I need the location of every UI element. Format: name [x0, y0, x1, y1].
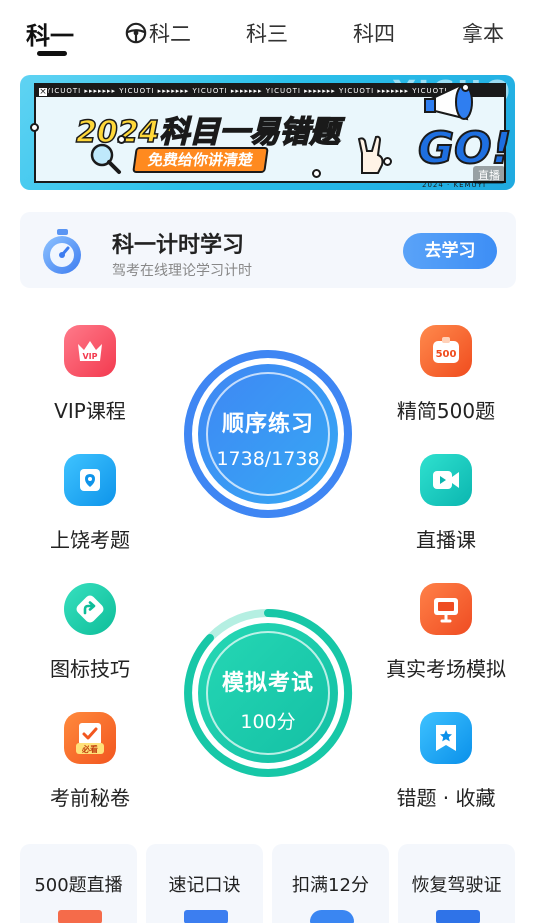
vip-crown-icon: VIP [64, 325, 116, 377]
monitor-icon [420, 583, 472, 635]
banner-subtitle: 免费给你讲清楚 [132, 147, 269, 173]
vip-course-label: VIP课程 [54, 399, 126, 423]
card-restore-license-label: 恢复驾驶证 [411, 875, 502, 896]
500-badge-icon: 500 [420, 325, 472, 377]
tab-license[interactable]: 拿本 [462, 18, 504, 48]
pre-exam-paper-entry[interactable]: 必看 考前秘卷 [20, 712, 160, 811]
tab-kemu3[interactable]: 科三 [246, 18, 288, 48]
mistakes-favorites-label: 错题 · 收藏 [396, 786, 496, 810]
banner-dot [383, 157, 392, 166]
bookmark-star-icon [420, 712, 472, 764]
exam-circle-content: 模拟考试 100分 [202, 627, 334, 759]
card-12-points[interactable]: 扣满12分 [272, 844, 389, 923]
card-mnemonics[interactable]: 速记口诀 [146, 844, 263, 923]
sequential-practice-button[interactable]: 顺序练习 1738/1738 [180, 346, 356, 522]
vip-course-entry[interactable]: VIP VIP课程 [20, 325, 160, 424]
real-exam-sim-entry[interactable]: 真实考场模拟 [376, 583, 516, 682]
live-tag: 直播 [473, 166, 505, 184]
banner-dot [117, 135, 126, 144]
promo-banner[interactable]: YICUO YICUOTI ▸▸▸▸▸▸▸ YICUOTI ▸▸▸▸▸▸▸ YI… [20, 75, 515, 190]
pre-exam-paper-label: 考前秘卷 [50, 786, 130, 810]
banner-frame: YICUOTI ▸▸▸▸▸▸▸ YICUOTI ▸▸▸▸▸▸▸ YICUOTI … [34, 83, 513, 189]
tab-kemu2-label: 科二 [149, 22, 191, 46]
banner-dot [461, 83, 470, 92]
share-arrow-icon [64, 583, 116, 635]
subject-tabs: 科一 科二 科三 科四 拿本 [0, 0, 538, 62]
timed-study-desc: 驾考在线理论学习计时 [112, 263, 252, 279]
must-see-badge-text: 必看 [81, 744, 98, 754]
real-exam-sim-label: 真实考场模拟 [386, 657, 506, 681]
card-mnemonics-label: 速记口诀 [168, 875, 241, 896]
card-500-live[interactable]: 500题直播 [20, 844, 137, 923]
practice-circle-content: 顺序练习 1738/1738 [202, 368, 334, 500]
banner-title: 2024科目一易错题 [75, 114, 340, 151]
live-thumbnail-icon [58, 910, 102, 923]
card-restore-license[interactable]: 恢复驾驶证 [398, 844, 515, 923]
banner-close-icon[interactable]: × [38, 87, 48, 97]
rock-hand-icon [357, 135, 384, 174]
badge-thumbnail-icon [310, 910, 354, 923]
book-thumbnail-icon [184, 910, 228, 923]
practice-title: 顺序练习 [221, 412, 314, 437]
mock-exam-button[interactable]: 模拟考试 100分 [180, 605, 356, 781]
go-study-button[interactable]: 去学习 [403, 233, 497, 269]
live-course-entry[interactable]: 直播课 [376, 454, 516, 553]
card-500-live-label: 500题直播 [34, 875, 123, 896]
active-tab-indicator [37, 51, 67, 56]
tab-kemu1[interactable]: 科一 [26, 16, 74, 51]
sign-tips-entry[interactable]: 图标技巧 [20, 583, 160, 682]
location-pin-icon [64, 454, 116, 506]
video-camera-icon [420, 454, 472, 506]
exam-paper-icon: 必看 [64, 712, 116, 764]
stopwatch-icon [43, 229, 81, 274]
simplified-500-label: 精简500题 [396, 399, 496, 423]
timed-study-title: 科一计时学习 [112, 233, 245, 258]
tab-kemu2[interactable]: 科二 [125, 18, 191, 48]
banner-dot [312, 169, 321, 178]
shangrao-questions-entry[interactable]: 上饶考题 [20, 454, 160, 553]
license-thumbnail-icon [436, 910, 480, 923]
steering-wheel-icon [125, 22, 147, 44]
practice-count: 1738/1738 [216, 448, 320, 470]
tab-kemu4[interactable]: 科四 [353, 18, 395, 48]
mistakes-favorites-entry[interactable]: 错题 · 收藏 [376, 712, 516, 811]
exam-title: 模拟考试 [221, 671, 314, 696]
banner-dot [30, 123, 39, 132]
simplified-500-entry[interactable]: 500 精简500题 [376, 325, 516, 424]
exam-score: 100分 [240, 711, 296, 733]
card-12-points-label: 扣满12分 [292, 875, 369, 896]
500-badge-text: 500 [436, 349, 457, 360]
sign-tips-label: 图标技巧 [50, 657, 130, 681]
shangrao-questions-label: 上饶考题 [50, 528, 130, 552]
live-course-label: 直播课 [416, 528, 476, 552]
vip-badge-text: VIP [82, 352, 97, 361]
megaphone-icon [424, 83, 473, 121]
timed-study-card[interactable]: 科一计时学习 驾考在线理论学习计时 去学习 [20, 212, 516, 288]
